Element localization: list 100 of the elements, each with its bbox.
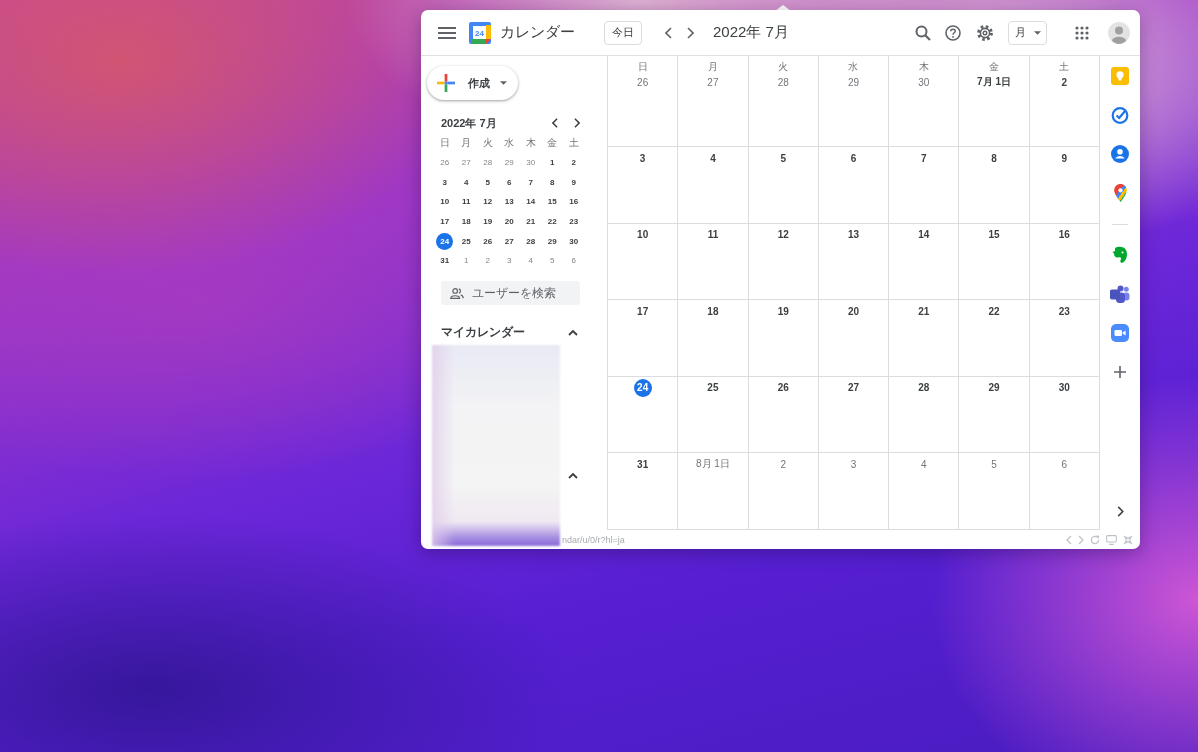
day-cell[interactable]: 水 29 [818,56,890,147]
mini-calendar-day[interactable]: 5 [479,173,497,191]
date-label[interactable]: 12 [774,225,793,244]
mini-calendar-day[interactable]: 27 [500,232,518,250]
date-label[interactable]: 8月 1日 [692,455,733,474]
settings-icon[interactable] [977,24,993,41]
day-cell[interactable]: 土 2 [1029,56,1100,147]
avatar-icon[interactable] [1108,21,1130,44]
mini-calendar-day[interactable]: 27 [457,154,475,172]
mini-calendar-day[interactable]: 2 [565,154,583,172]
day-cell[interactable]: 木 30 [889,56,960,147]
chevron-right-icon[interactable] [1116,506,1124,517]
tasks-check-icon[interactable] [1111,106,1129,124]
date-label[interactable]: 25 [703,378,722,397]
date-label[interactable]: 17 [633,302,652,321]
date-label[interactable]: 5 [774,149,793,167]
date-label[interactable]: 22 [985,302,1004,321]
mini-calendar-day[interactable]: 29 [543,232,561,250]
day-cell[interactable]: 5 [959,453,1030,530]
day-cell[interactable]: 28 [889,376,960,454]
date-label[interactable]: 6 [1055,455,1074,474]
date-label[interactable]: 16 [1055,225,1074,244]
mini-calendar-day[interactable]: 1 [457,252,475,270]
date-label[interactable]: 30 [914,73,933,91]
date-label[interactable]: 28 [774,73,793,91]
date-label[interactable]: 24 [633,378,652,397]
mini-calendar-day[interactable]: 26 [479,232,497,250]
caret-up-icon[interactable] [568,329,578,336]
date-label[interactable]: 31 [633,455,652,474]
create-button[interactable]: 作成 [427,66,518,100]
date-label[interactable]: 13 [844,225,863,244]
mini-calendar-day[interactable]: 19 [479,213,497,231]
day-cell[interactable]: 3 [608,147,679,224]
help-icon[interactable] [945,24,961,41]
day-cell[interactable]: 2 [748,453,819,530]
mini-calendar-day[interactable]: 21 [522,213,540,231]
chevron-left-icon[interactable] [552,118,558,128]
mini-calendar-day[interactable]: 30 [565,232,583,250]
day-cell[interactable]: 29 [959,376,1030,454]
mini-calendar-day[interactable]: 22 [543,213,561,231]
mini-calendar-day[interactable]: 2 [479,252,497,270]
team-icon[interactable] [1110,285,1130,303]
mini-calendar-day[interactable]: 15 [543,193,561,211]
mini-calendar-day[interactable]: 10 [436,193,454,211]
day-cell[interactable]: 23 [1029,300,1100,377]
day-cell[interactable]: 月 27 [678,56,749,147]
mini-calendar-day[interactable]: 12 [479,193,497,211]
mini-calendar-day[interactable]: 14 [522,193,540,211]
day-cell[interactable]: 金 7月 1日 [959,56,1030,147]
mini-calendar-day[interactable]: 28 [479,154,497,172]
elephant-icon[interactable] [1112,246,1128,264]
mini-calendar-day[interactable]: 16 [565,193,583,211]
date-label[interactable]: 18 [703,302,722,321]
video-camera-icon[interactable] [1111,324,1129,342]
mini-calendar-day[interactable]: 25 [457,232,475,250]
day-cell[interactable]: 10 [608,223,679,301]
day-cell[interactable]: 12 [748,223,819,301]
date-label[interactable]: 28 [914,378,933,397]
day-cell[interactable]: 20 [818,300,890,377]
day-cell[interactable]: 15 [959,223,1030,301]
people-search-field[interactable]: ユーザーを検索 [441,280,580,305]
date-label[interactable]: 14 [914,225,933,244]
apps-grid-icon[interactable] [1075,25,1089,40]
mini-calendar-day[interactable]: 4 [457,173,475,191]
day-cell[interactable]: 4 [678,147,749,224]
mini-calendar-day[interactable]: 20 [500,213,518,231]
menu-icon[interactable] [438,26,456,39]
mini-calendar-day[interactable]: 24 [436,232,454,250]
day-cell[interactable]: 24 [608,376,679,454]
mini-calendar-day[interactable]: 13 [500,193,518,211]
mini-calendar-day[interactable]: 8 [543,173,561,191]
day-cell[interactable]: 16 [1029,223,1100,301]
mini-calendar-day[interactable]: 4 [522,252,540,270]
date-label[interactable]: 4 [914,455,933,474]
mini-calendar-day[interactable]: 7 [522,173,540,191]
mini-calendar-day[interactable]: 3 [436,173,454,191]
day-cell[interactable]: 27 [818,376,890,454]
mini-calendar-day[interactable]: 9 [565,173,583,191]
day-cell[interactable]: 8 [959,147,1030,224]
day-cell[interactable]: 21 [889,300,960,377]
mini-calendar-day[interactable]: 3 [500,252,518,270]
mini-calendar-day[interactable]: 30 [522,154,540,172]
map-pin-icon[interactable] [1113,184,1127,202]
plus-icon[interactable] [1114,366,1126,378]
day-cell[interactable]: 17 [608,300,679,377]
contact-person-icon[interactable] [1111,145,1129,163]
date-label[interactable]: 6 [844,149,863,167]
day-cell[interactable]: 13 [818,223,890,301]
date-label[interactable]: 20 [844,302,863,321]
mini-calendar-day[interactable]: 1 [543,154,561,172]
chevron-left-icon[interactable] [665,26,672,39]
day-cell[interactable]: 4 [889,453,960,530]
day-cell[interactable]: 火 28 [748,56,819,147]
date-label[interactable]: 3 [633,149,652,167]
date-label[interactable]: 27 [844,378,863,397]
caret-up-icon[interactable] [568,472,578,479]
date-label[interactable]: 2 [774,455,793,474]
day-cell[interactable]: 31 [608,453,679,530]
day-cell[interactable]: 6 [818,147,890,224]
date-label[interactable]: 7 [914,149,933,167]
